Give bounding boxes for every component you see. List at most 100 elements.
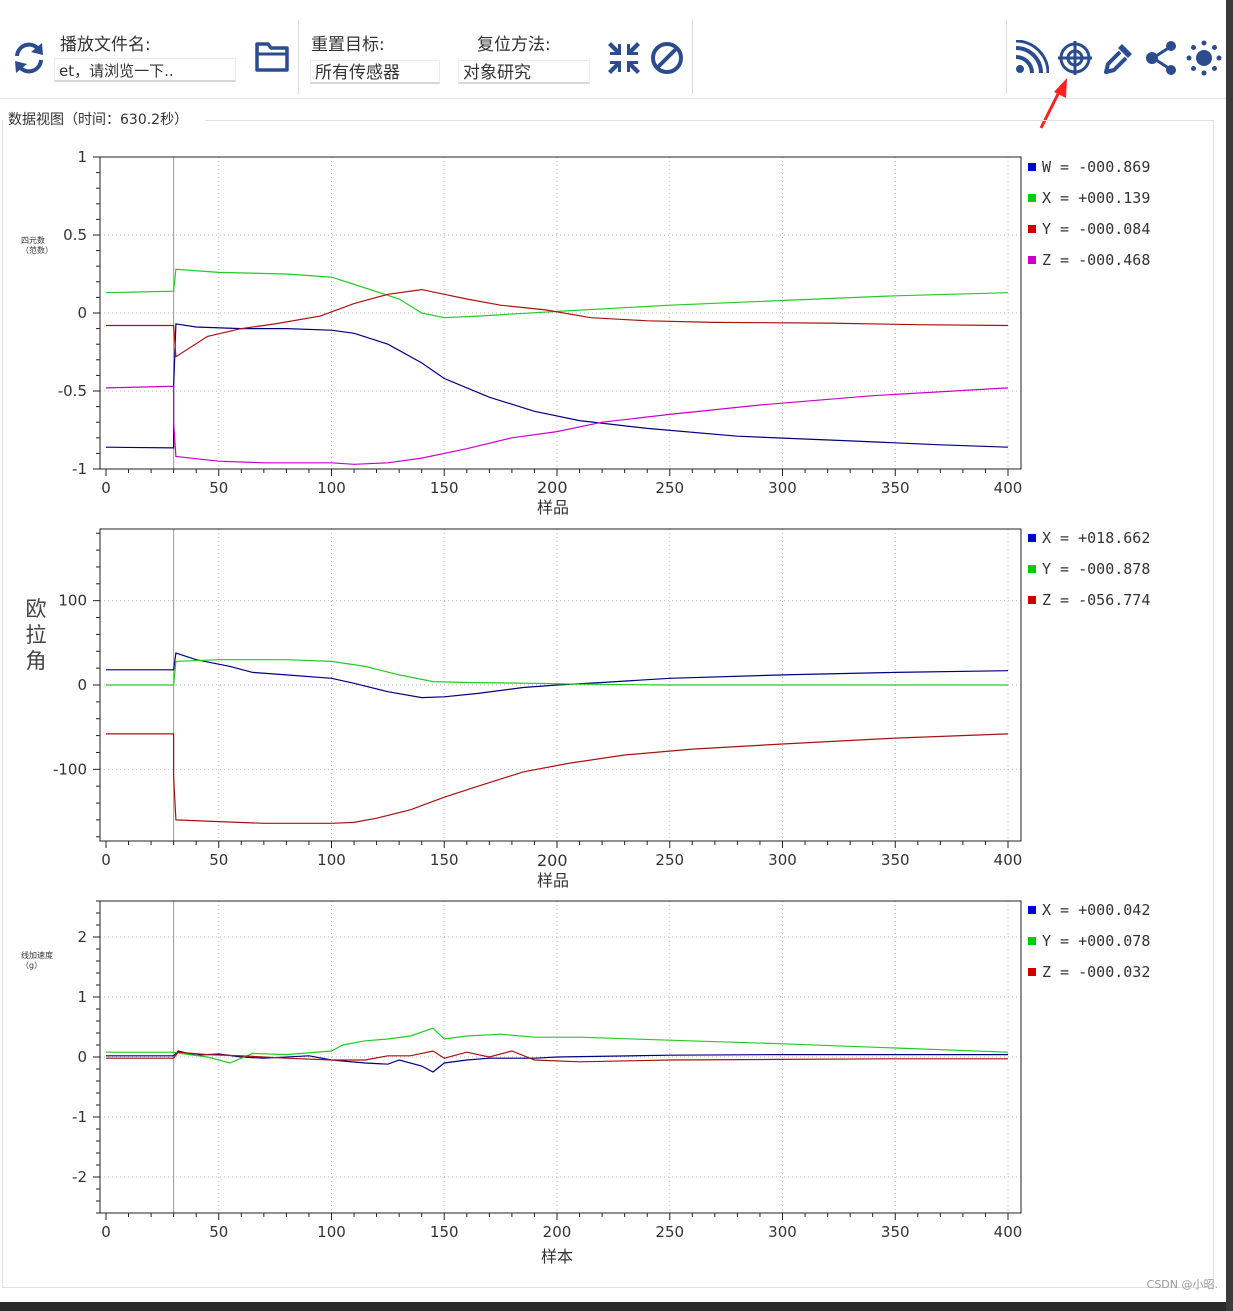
x-tick-label: 150: [430, 1223, 459, 1241]
legend-item-w: W = -000.869: [1028, 158, 1150, 189]
reset-target-label: 重置目标:: [311, 35, 385, 55]
accel-legend: X = +000.042 Y = +000.078 Z = -000.032: [1028, 901, 1150, 994]
x-tick-label: 0: [101, 479, 111, 497]
quaternion-chart[interactable]: 0 50 100 150 250 300 350 400 -1 -0.5 0 0.5 1: [0, 145, 1022, 525]
reset-method-select[interactable]: 对象研究: [458, 60, 590, 84]
y-tick-label: 0: [77, 676, 87, 694]
y-tick-label: -0.5: [58, 382, 87, 400]
accel-ylabel: 线加速度（g）: [21, 951, 53, 970]
app-window: 播放文件名: et，请浏览一下.. 重置目标: 所有传感器 复位方法: 对象研究: [0, 0, 1226, 1302]
annotation-arrow-icon: [1039, 78, 1067, 129]
euler-chart[interactable]: 0 50 100 150 250 300 350 400 -100 0 100: [0, 517, 1022, 897]
legend-value: X = +000.042: [1042, 901, 1151, 919]
play-file-field[interactable]: et，请浏览一下..: [54, 58, 236, 82]
refresh-icon[interactable]: [11, 40, 47, 76]
x-tick-label: 400: [994, 851, 1022, 869]
y-tick-label: -100: [53, 760, 87, 778]
x-tick-label: 200: [543, 1223, 572, 1241]
legend-swatch: [1028, 596, 1036, 604]
legend-swatch: [1028, 937, 1036, 945]
toolbar-separator: [298, 20, 299, 94]
legend-value: Y = -000.084: [1042, 220, 1151, 238]
x-tick-label: 300: [768, 851, 797, 869]
window-edge: [1226, 0, 1233, 1311]
x-tick-label: 100: [317, 1223, 346, 1241]
x-tick-label: 0: [101, 851, 111, 869]
legend-swatch: [1028, 534, 1036, 542]
ban-icon[interactable]: [649, 40, 685, 76]
legend-item-z: Z = -000.032: [1028, 963, 1150, 994]
legend-item-z: Z = -000.468: [1028, 251, 1150, 282]
legend-value: Z = -000.032: [1042, 963, 1151, 981]
quaternion-legend: W = -000.869 X = +000.139 Y = -000.084 Z = …: [1028, 158, 1150, 282]
x-tick-label: 350: [881, 1223, 910, 1241]
target-icon[interactable]: [1057, 40, 1093, 76]
y-tick-label: 100: [58, 592, 87, 610]
x-tick-label: 250: [655, 851, 684, 869]
reset-method-label: 复位方法:: [477, 35, 551, 55]
legend-swatch: [1028, 565, 1036, 573]
legend-item-x: X = +000.139: [1028, 189, 1150, 220]
y-tick-label: -1: [72, 460, 87, 478]
legend-item-y: Y = -000.878: [1028, 560, 1150, 591]
x-tick-label: 50: [209, 479, 228, 497]
x-tick-label: 400: [994, 1223, 1022, 1241]
rss-icon[interactable]: [1013, 40, 1049, 76]
euler-legend: X = +018.662 Y = -000.878 Z = -056.774: [1028, 529, 1150, 622]
share-icon[interactable]: [1143, 40, 1179, 76]
quaternion-ylabel: 四元数（范数）: [21, 236, 53, 255]
watermark: CSDN @小昭.: [1146, 1278, 1218, 1291]
x-tick-label: 250: [655, 479, 684, 497]
x-tick-label: 100: [317, 851, 346, 869]
x-tick-label: 100: [317, 479, 346, 497]
legend-swatch: [1028, 968, 1036, 976]
euler-ylabel: 欧拉角: [25, 597, 47, 673]
folder-icon[interactable]: [254, 40, 290, 74]
play-file-label: 播放文件名:: [60, 35, 151, 55]
legend-item-x: X = +000.042: [1028, 901, 1150, 932]
y-tick-label: 0: [77, 1048, 87, 1066]
compress-icon[interactable]: [606, 40, 642, 76]
toolbar-separator: [1006, 20, 1007, 94]
group-border: [1213, 120, 1214, 1288]
y-tick-label: -2: [72, 1168, 87, 1186]
legend-value: X = +000.139: [1042, 189, 1151, 207]
x-tick-label: 400: [994, 479, 1022, 497]
x-tick-label: 350: [881, 851, 910, 869]
legend-value: Y = -000.878: [1042, 560, 1151, 578]
legend-swatch: [1028, 256, 1036, 264]
y-tick-label: -1: [72, 1108, 87, 1126]
y-tick-label: 1: [77, 148, 87, 166]
legend-item-z: Z = -056.774: [1028, 591, 1150, 622]
toolbar-separator: [692, 20, 693, 94]
legend-value: W = -000.869: [1042, 158, 1151, 176]
x-tick-label: 0: [101, 1223, 111, 1241]
x-tick-label: 150: [430, 479, 459, 497]
x-tick-label: 50: [209, 1223, 228, 1241]
x-tick-label: 150: [430, 851, 459, 869]
legend-value: Z = -056.774: [1042, 591, 1151, 609]
reset-target-select[interactable]: 所有传感器: [310, 60, 440, 84]
legend-item-y: Y = -000.084: [1028, 220, 1150, 251]
x-tick-label: 50: [209, 851, 228, 869]
legend-value: Y = +000.078: [1042, 932, 1151, 950]
accel-chart[interactable]: 0 50 100 150 200 250 300 350 400 -2 -1 0 1 2: [0, 889, 1022, 1269]
data-view-title: 数据视图（时间：630.2秒）: [8, 109, 195, 129]
y-tick-label: 0: [77, 304, 87, 322]
x-tick-label: 300: [768, 1223, 797, 1241]
x-tick-label: 300: [768, 479, 797, 497]
legend-item-x: X = +018.662: [1028, 529, 1150, 560]
group-border: [2, 1287, 1214, 1288]
x-tick-label: 350: [881, 479, 910, 497]
brightness-icon[interactable]: [1186, 40, 1222, 76]
group-border: [205, 120, 1213, 121]
legend-swatch: [1028, 194, 1036, 202]
euler-xlabel: 200样品: [537, 851, 570, 890]
legend-swatch: [1028, 225, 1036, 233]
legend-swatch: [1028, 163, 1036, 171]
y-tick-label: 0.5: [63, 226, 87, 244]
eyedropper-icon[interactable]: [1100, 40, 1136, 76]
legend-value: X = +018.662: [1042, 529, 1151, 547]
y-tick-label: 2: [77, 928, 87, 946]
y-tick-label: 1: [77, 988, 87, 1006]
